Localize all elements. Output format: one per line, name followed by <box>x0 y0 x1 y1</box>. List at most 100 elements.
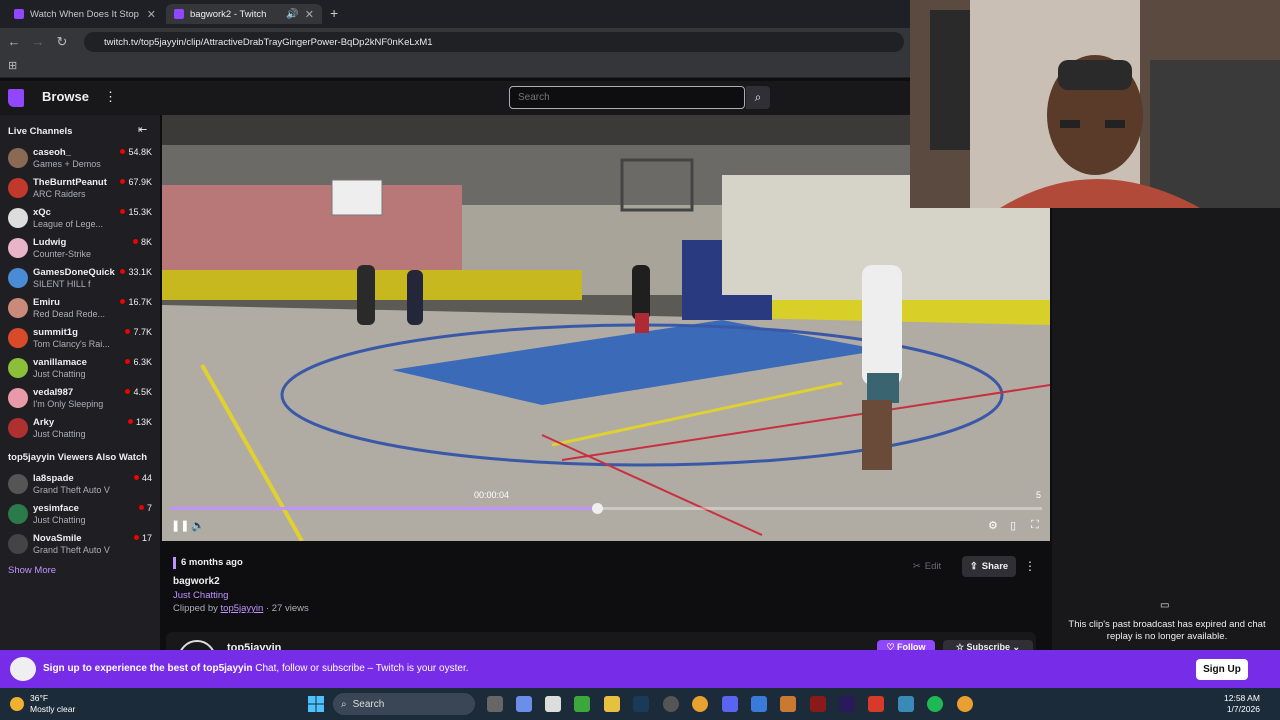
tab-bagwork2[interactable]: bagwork2 - Twitch 🔊 ✕ <box>166 4 322 24</box>
more-options-icon[interactable]: ⋮ <box>104 89 117 105</box>
sidebar-channel-la8spade[interactable]: la8spade Grand Theft Auto V 44 <box>0 469 160 499</box>
channel-game: ARC Raiders <box>33 189 86 199</box>
pause-icon[interactable]: ❚❚ <box>171 519 189 532</box>
channel-game: Just Chatting <box>33 515 86 525</box>
app-icon-4[interactable] <box>898 696 914 712</box>
channel-name: vanillamace <box>33 357 87 368</box>
search-button[interactable]: ⌕ <box>746 86 770 109</box>
channel-name: Emiru <box>33 297 60 308</box>
sidebar-channel-gamesdonequick[interactable]: GamesDoneQuick SILENT HILL f 33.1K <box>0 263 160 293</box>
channel-name: caseoh_ <box>33 147 72 158</box>
steam-icon[interactable] <box>633 696 649 712</box>
live-dot-icon <box>125 359 131 364</box>
taskbar-clock[interactable]: 12:58 AM 1/7/2026 <box>1224 693 1260 715</box>
search-input[interactable] <box>509 86 745 109</box>
sidebar-channel-emiru[interactable]: Emiru Red Dead Rede... 16.7K <box>0 293 160 323</box>
xbox-icon[interactable] <box>574 696 590 712</box>
speaker-icon[interactable]: 🔊 <box>286 9 298 20</box>
fullscreen-icon[interactable]: ⛶ <box>1031 519 1039 532</box>
sidebar-channel-theburntpeanut[interactable]: TheBurntPeanut ARC Raiders 67.9K <box>0 173 160 203</box>
clip-category-link[interactable]: Just Chatting <box>173 590 228 601</box>
clip-more-icon[interactable]: ⋮ <box>1024 559 1036 573</box>
volume-icon[interactable]: 🔈 <box>191 519 205 532</box>
channel-avatar <box>8 534 28 554</box>
app-icon-2[interactable] <box>780 696 796 712</box>
viewer-count: 6.3K <box>133 357 152 367</box>
channel-avatar <box>8 388 28 408</box>
sidebar-channel-arky[interactable]: Arky Just Chatting 13K <box>0 413 160 443</box>
sidebar-channel-caseoh_[interactable]: caseoh_ Games + Demos 54.8K <box>0 143 160 173</box>
clipper-link[interactable]: top5jayyin <box>221 603 264 614</box>
sidebar-channel-novasmile[interactable]: NovaSmile Grand Theft Auto V 17 <box>0 529 160 559</box>
viewer-count: 7.7K <box>133 327 152 337</box>
weather-widget[interactable]: 36°F Mostly clear <box>10 693 75 715</box>
clock-date: 1/7/2026 <box>1226 704 1260 714</box>
viewer-count: 15.3K <box>128 207 152 217</box>
sidebar-channel-xqc[interactable]: xQc League of Lege... 15.3K <box>0 203 160 233</box>
live-dot-icon <box>133 535 139 540</box>
collapse-sidebar-icon[interactable]: ⇤ <box>138 123 147 136</box>
sidebar-channel-summit1g[interactable]: summit1g Tom Clancy's Rai... 7.7K <box>0 323 160 353</box>
task-view-icon[interactable] <box>487 696 503 712</box>
chrome-icon-2[interactable] <box>957 696 973 712</box>
live-channels-title: Live Channels <box>8 126 73 137</box>
viewer-count: 67.9K <box>128 177 152 187</box>
windows-start-icon[interactable] <box>308 696 324 712</box>
close-tab-icon[interactable]: ✕ <box>147 8 156 21</box>
channel-avatar <box>8 358 28 378</box>
copilot-icon[interactable] <box>516 696 532 712</box>
spotify-icon[interactable] <box>927 696 943 712</box>
twitch-logo-icon[interactable] <box>8 89 24 107</box>
viewer-count: 17 <box>141 533 152 543</box>
also-watch-title: top5jayyin Viewers Also Watch <box>8 452 148 463</box>
search-icon: ⌕ <box>754 90 762 104</box>
new-tab-button[interactable]: + <box>330 5 338 21</box>
obs-icon[interactable] <box>663 696 679 712</box>
taskbar-search-label: Search <box>352 698 385 710</box>
share-button[interactable]: ⇪ Share <box>962 556 1016 577</box>
channel-name: GamesDoneQuick <box>33 267 115 278</box>
discord-icon[interactable] <box>722 696 738 712</box>
edit-button[interactable]: ✂ Edit <box>903 556 951 576</box>
sidebar-channel-yesimface[interactable]: yesimface Just Chatting 7 <box>0 499 160 529</box>
live-dot-icon <box>120 299 126 304</box>
viewer-count: 7 <box>146 503 152 513</box>
store-icon[interactable] <box>545 696 561 712</box>
live-dot-icon <box>127 419 133 424</box>
premiere-icon[interactable] <box>839 696 855 712</box>
app-icon-3[interactable] <box>868 696 884 712</box>
signup-rest-text: Chat, follow or subscribe – Twitch is yo… <box>255 663 469 674</box>
share-icon: ⇪ <box>969 561 978 572</box>
chrome-icon[interactable] <box>692 696 708 712</box>
show-more-link[interactable]: Show More <box>8 565 56 576</box>
viewer-count: 16.7K <box>128 297 152 307</box>
chat-replay-icon: ▭ <box>1160 600 1170 611</box>
back-arrow-icon[interactable]: ← <box>6 34 22 49</box>
reload-icon[interactable]: ↻ <box>54 34 70 50</box>
taskbar-search[interactable]: ⌕ Search <box>333 693 475 715</box>
settings-gear-icon[interactable]: ⚙ <box>988 519 998 532</box>
live-dot-icon <box>138 505 144 510</box>
twitch-top-nav: Browse ⋮ ⌕ <box>0 81 910 115</box>
apps-grid-icon[interactable]: ⊞ <box>8 59 17 72</box>
live-dot-icon <box>125 329 131 334</box>
channel-avatar[interactable] <box>178 640 216 650</box>
sidebar-channel-ludwig[interactable]: Ludwig Counter-Strike 8K <box>0 233 160 263</box>
capcut-icon[interactable] <box>810 696 826 712</box>
chat-expired-message: This clip's past broadcast has expired a… <box>1068 619 1266 642</box>
browse-link[interactable]: Browse <box>42 89 89 104</box>
theatre-mode-icon[interactable]: ▯ <box>1010 519 1016 532</box>
clipped-by-prefix: Clipped by <box>173 603 218 614</box>
channel-game: Tom Clancy's Rai... <box>33 339 110 349</box>
file-explorer-icon[interactable] <box>604 696 620 712</box>
forward-arrow-icon[interactable]: → <box>30 34 46 49</box>
url-field[interactable]: twitch.tv/top5jayyin/clip/AttractiveDrab… <box>84 32 904 52</box>
sidebar-channel-vanillamace[interactable]: vanillamace Just Chatting 6.3K <box>0 353 160 383</box>
seek-handle[interactable] <box>592 503 603 514</box>
temperature: 36°F <box>30 693 49 703</box>
close-tab-icon[interactable]: ✕ <box>305 8 314 21</box>
tab-watch[interactable]: Watch When Does It Stop (202 ✕ <box>6 4 164 24</box>
sign-up-button[interactable]: Sign Up <box>1196 659 1248 680</box>
sidebar-channel-vedal987[interactable]: vedal987 I'm Only Sleeping 4.5K <box>0 383 160 413</box>
app-icon[interactable] <box>751 696 767 712</box>
